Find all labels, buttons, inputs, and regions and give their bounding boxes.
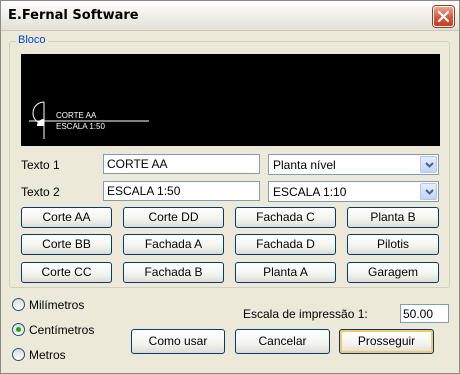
metros-label[interactable]: Metros: [29, 348, 66, 362]
window-title: E.Fernal Software: [8, 8, 139, 23]
planta-a-button[interactable]: Planta A: [235, 262, 336, 283]
pilotis-button[interactable]: Pilotis: [347, 234, 439, 255]
bloco-group-label: Bloco: [16, 34, 48, 46]
corte-aa-button[interactable]: Corte AA: [21, 207, 112, 228]
escala-impressao-label: Escala de impressão 1:: [243, 307, 368, 321]
milimetros-label[interactable]: Milímetros: [29, 298, 84, 312]
title-bar[interactable]: E.Fernal Software: [1, 1, 459, 31]
prosseguir-button[interactable]: Prosseguir: [339, 329, 434, 354]
fachada-c-button[interactable]: Fachada C: [235, 207, 336, 228]
fachada-d-button[interactable]: Fachada D: [235, 234, 336, 255]
texto2-combo-value: ESCALA 1:10: [273, 185, 347, 199]
preview-text-line-2: ESCALA 1:50: [56, 122, 105, 131]
fachada-b-button[interactable]: Fachada B: [123, 262, 224, 283]
texto2-input[interactable]: ESCALA 1:50: [103, 181, 260, 201]
corte-cc-button[interactable]: Corte CC: [21, 262, 112, 283]
chevron-down-icon: [425, 162, 434, 168]
texto1-input[interactable]: CORTE AA: [103, 154, 260, 174]
texto1-combo[interactable]: Planta nível: [268, 154, 439, 175]
block-preview-drawing: [29, 101, 149, 139]
escala-impressao-input[interactable]: 50.00: [400, 304, 449, 323]
cancelar-button[interactable]: Cancelar: [235, 329, 330, 354]
planta-b-button[interactable]: Planta B: [347, 207, 439, 228]
texto2-label: Texto 2: [21, 185, 60, 199]
chevron-down-icon: [425, 189, 434, 195]
radio-selected-dot: [16, 327, 21, 332]
garagem-button[interactable]: Garagem: [347, 262, 439, 283]
texto2-combo-dropdown-button[interactable]: [420, 183, 437, 200]
como-usar-button[interactable]: Como usar: [131, 329, 225, 354]
close-icon: [438, 11, 449, 22]
centimetros-radio[interactable]: [12, 323, 25, 336]
corte-dd-button[interactable]: Corte DD: [123, 207, 224, 228]
block-preview: CORTE AA ESCALA 1:50: [21, 54, 440, 146]
texto1-label: Texto 1: [21, 158, 60, 172]
dialog-window: E.Fernal Software Bloco CORTE AA ESCALA …: [0, 0, 460, 374]
close-button[interactable]: [433, 6, 454, 27]
texto2-combo[interactable]: ESCALA 1:10: [268, 181, 439, 202]
milimetros-radio[interactable]: [12, 298, 25, 311]
centimetros-label[interactable]: Centímetros: [29, 323, 94, 337]
texto1-combo-value: Planta nível: [273, 158, 336, 172]
corte-bb-button[interactable]: Corte BB: [21, 234, 112, 255]
fachada-a-button[interactable]: Fachada A: [123, 234, 224, 255]
preview-text-line-1: CORTE AA: [56, 111, 97, 120]
metros-radio[interactable]: [12, 348, 25, 361]
texto1-combo-dropdown-button[interactable]: [420, 156, 437, 173]
